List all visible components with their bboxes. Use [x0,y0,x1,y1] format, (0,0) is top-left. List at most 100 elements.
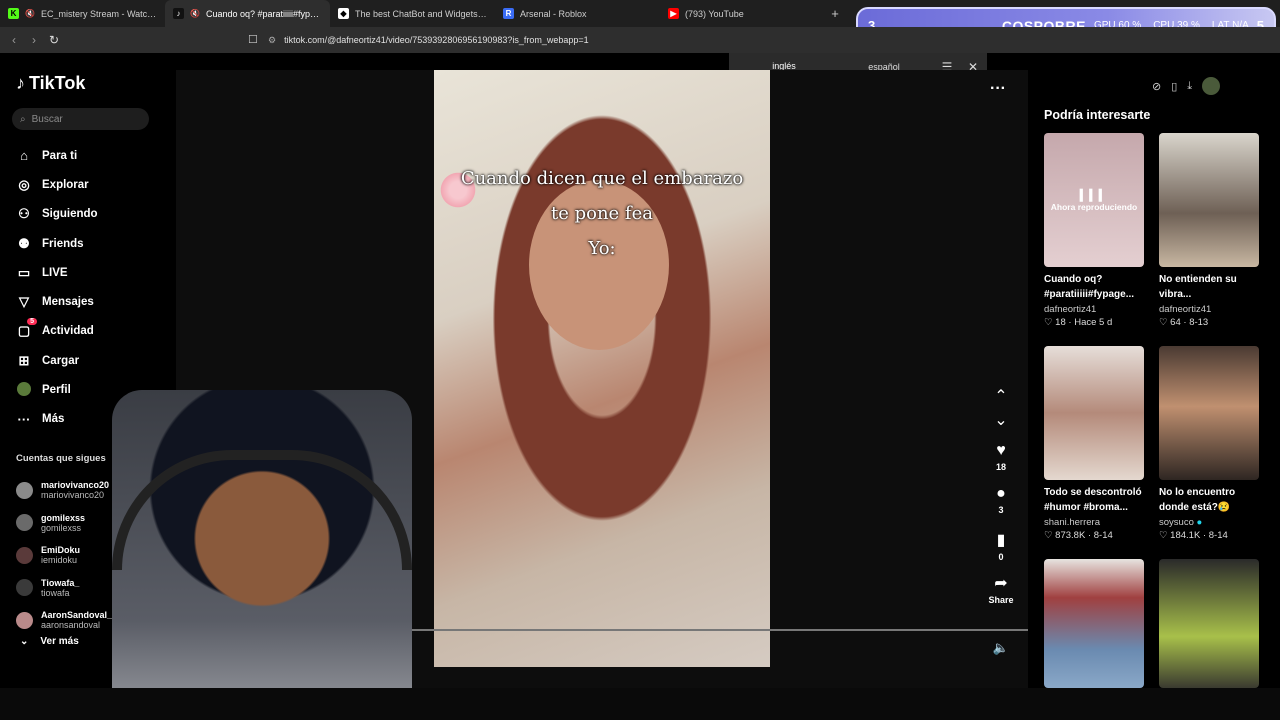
compass-icon: ◎ [18,176,30,192]
new-tab-button[interactable]: + [825,6,845,21]
share-button[interactable]: ➦ Share [986,573,1016,605]
card-title: Cuando oq? #paratiiiii#fypage... [1044,274,1135,300]
card-likes: 18 [1055,317,1066,328]
comment-button[interactable]: ● 3 [986,485,1016,515]
search-icon: ⌕ [20,113,26,125]
nav-item-cargar[interactable]: ⊞ Cargar [16,346,176,375]
home-icon: ⌂ [20,148,28,164]
save-button[interactable]: ▮ 0 [986,530,1016,562]
reload-icon[interactable]: ↻ [44,33,64,47]
tab-youtube[interactable]: ▶ (793) YouTube [660,0,825,27]
video-player[interactable]: Cuando dicen que el embarazo te pone fea… [434,70,770,667]
card-likes: 64 [1170,317,1181,328]
tab-label: EC_mistery Stream - Watch Live o [40,8,157,19]
card-author-name: soysuco [1159,517,1194,528]
volume-button[interactable]: 🔈 [986,640,1016,656]
video-thumbnail [1159,133,1259,267]
nav-item-para-ti[interactable]: ⌂ Para ti [16,141,176,170]
card-stats: ♡ 184.1K · 8-14 [1159,530,1228,541]
video-caption-line3: Yo: [588,238,616,259]
video-thumbnail [1159,346,1259,480]
see-more-button[interactable]: ⌄ Ver más [20,636,79,647]
tab-roblox[interactable]: R Arsenal - Roblox [495,0,660,27]
nav-item-mensajes[interactable]: ▽ Mensajes [16,287,176,316]
verified-icon: ● [1196,517,1203,528]
video-top-actions: ⊘ ▯ ⤓ [1152,77,1221,95]
site-info-icon[interactable]: ⚙ [268,35,276,46]
search-placeholder: Buscar [31,113,63,125]
account-handle: aaronsandoval [41,620,101,631]
tiktok-logo-text: TikTok [29,73,86,93]
tab-label: (793) YouTube [685,8,744,19]
card-likes: 184.1K [1170,530,1201,541]
more-options-icon[interactable]: ··· [990,80,1006,98]
nav-label: Actividad [42,325,94,338]
tab-botrix[interactable]: ◆ The best ChatBot and Widgets for Ki [330,0,495,27]
following-icon: ⚇ [18,206,30,222]
url-field[interactable]: ⚙ tiktok.com/@dafneortiz41/video/7539392… [268,30,888,50]
download-icon[interactable]: ⤓ [1187,80,1192,93]
comment-count: 3 [998,505,1004,515]
mute-icon[interactable]: 🔇 [25,9,35,18]
avatar[interactable] [1202,77,1221,95]
nav-item-friends[interactable]: ⚉ Friends [16,229,176,258]
see-more-label: Ver más [40,636,79,647]
prev-video-button[interactable]: ⌃ [986,386,1016,406]
account-handle: iemidoku [41,555,78,566]
nav-item-actividad[interactable]: ▢ 5 Actividad [16,317,176,346]
recommended-video-card[interactable]: Todo se descontroló #humor #broma... sha… [1044,346,1144,541]
account-handle: mariovivanco20 [41,490,105,501]
video-thumbnail [1044,346,1144,480]
recommended-video-card[interactable]: No entienden su vibra... dafneortiz41 ♡ … [1159,133,1259,328]
recommended-video-card[interactable] [1159,559,1259,688]
activity-badge: 5 [27,318,37,326]
card-stats: ♡ 18 · Hace 5 d [1044,317,1113,328]
headphone-shape [112,450,412,570]
avatar [16,546,33,564]
chevron-up-icon: ⌃ [994,388,1008,405]
card-title: No lo encuentro donde está?😢 [1159,487,1236,513]
share-icon: ➦ [994,575,1008,592]
search-input[interactable]: ⌕ Buscar [12,108,149,130]
account-name: EmiDoku [41,545,81,556]
video-progress-bar[interactable] [390,629,1028,631]
forward-icon[interactable]: › [24,33,44,47]
account-handle: gomilexss [41,522,82,533]
inbox-icon: ▢ 5 [16,318,37,339]
recommendations-title: Podría interesarte [1044,108,1151,122]
playing-bars-icon: ▍▍▍ [1079,189,1109,202]
nav-item-live[interactable]: ▭ LIVE [16,258,176,287]
like-count: 18 [995,462,1006,472]
tiktok-logo[interactable]: ♪ TikTok [16,73,85,94]
account-name: mariovivanco20 [41,480,110,491]
account-name: gomilexss [41,512,86,523]
nav-label: Perfil [42,384,71,397]
recommended-video-card[interactable]: No lo encuentro donde está?😢 soysuco ● ♡… [1159,346,1259,541]
tiktok-logo-icon: ♪ [16,73,25,93]
video-caption-line1: Cuando dicen que el embarazo [460,168,744,189]
next-video-button[interactable]: ⌄ [986,410,1016,430]
tab-kick[interactable]: K 🔇 EC_mistery Stream - Watch Live o [0,0,165,27]
recommended-video-card[interactable] [1044,559,1144,688]
tab-label: The best ChatBot and Widgets for Ki [355,8,487,19]
nav-item-siguiendo[interactable]: ⚇ Siguiendo [16,200,176,229]
avatar [16,579,33,597]
recommended-video-card[interactable]: ▍▍▍ Ahora reproduciendo Cuando oq? #para… [1044,133,1144,328]
back-icon[interactable]: ‹ [4,33,24,47]
tab-tiktok[interactable]: ♪ 🔇 Cuando oq? #paratiiiii#fypage [165,0,330,27]
address-bar: ‹ › ↻ ☐ ⚙ tiktok.com/@dafneortiz41/video… [0,27,1280,53]
avatar-icon [16,381,32,399]
compass-icon[interactable]: ⊘ [1152,80,1161,93]
card-title: Todo se descontroló #humor #broma... [1044,487,1142,513]
mute-icon[interactable]: 🔇 [190,9,200,18]
now-playing-label: Ahora reproduciendo [1050,201,1138,212]
card-stats: ♡ 873.8K · 8-14 [1044,530,1113,541]
bookmark-icon[interactable]: ☐ [248,33,258,46]
like-button[interactable]: ♥ 18 [986,442,1016,472]
card-date: 8-13 [1189,317,1209,328]
card-author: dafneortiz41 [1159,304,1212,315]
nav-item-explorar[interactable]: ◎ Explorar [16,170,176,199]
upload-icon: ⊞ [18,352,30,368]
card-date: 8-14 [1208,530,1228,541]
phone-icon[interactable]: ▯ [1171,80,1177,93]
